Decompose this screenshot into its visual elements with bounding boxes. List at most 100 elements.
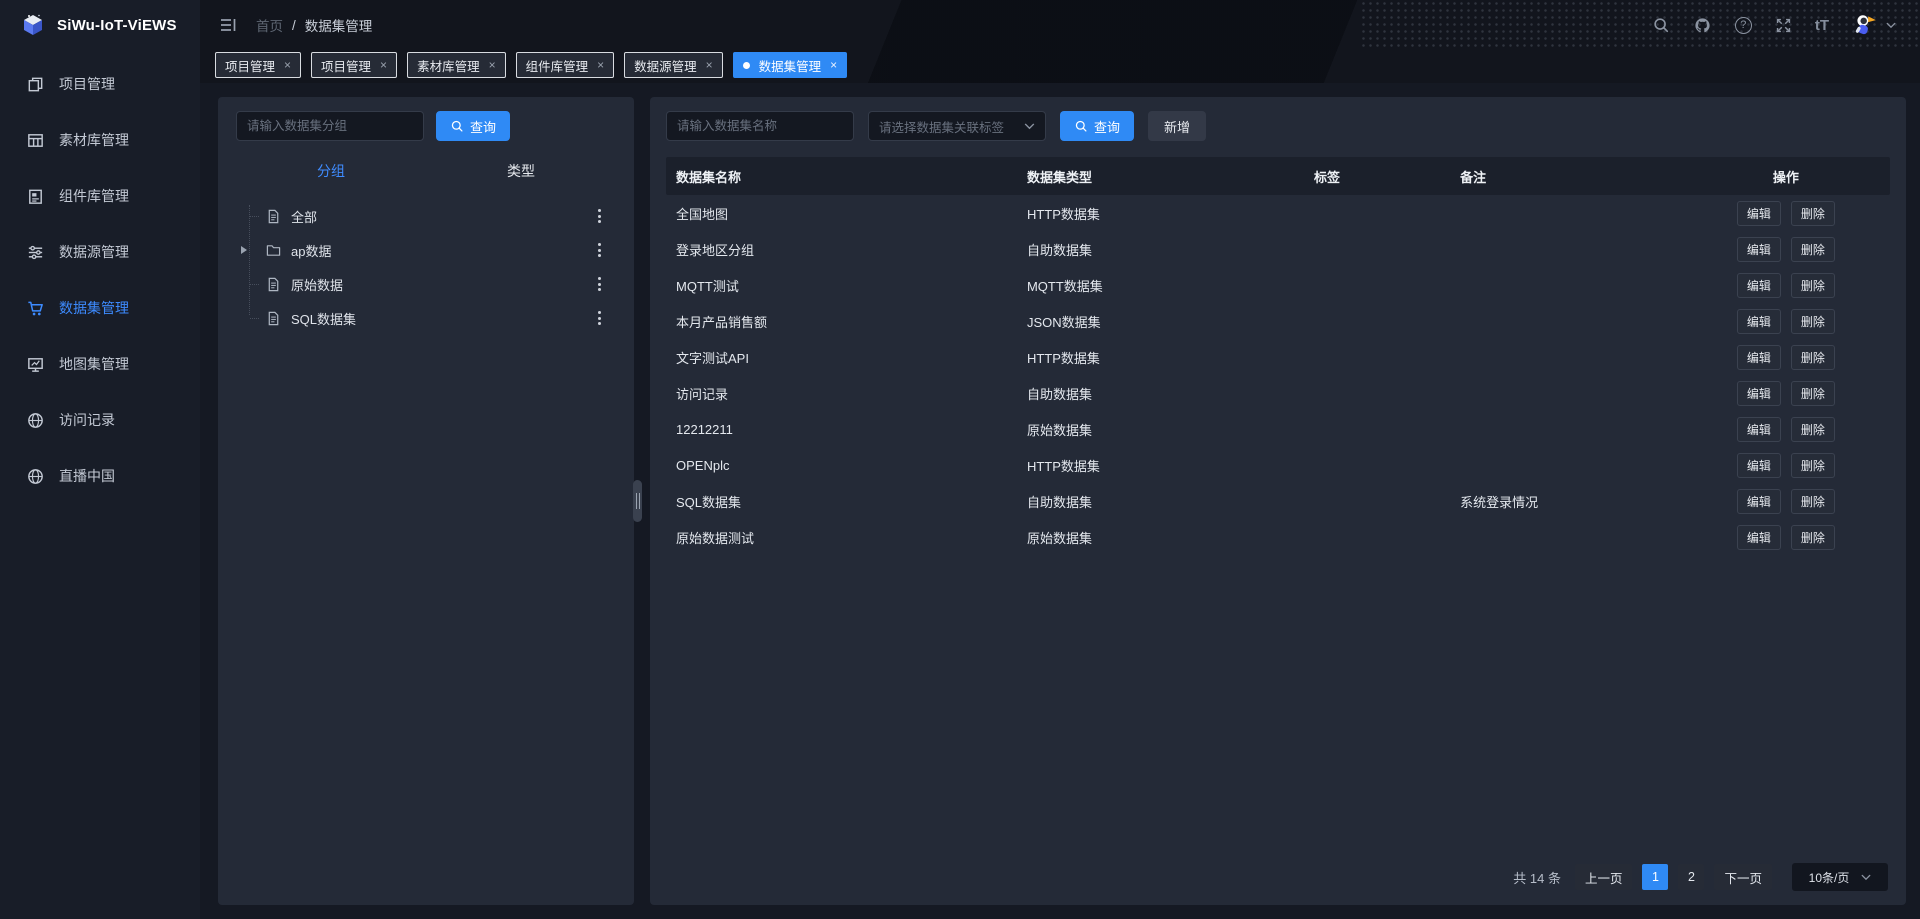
sidebar-item-datasource-management[interactable]: 数据源管理 bbox=[0, 224, 200, 280]
tree-item[interactable]: 全部 bbox=[236, 199, 616, 233]
next-page-button[interactable]: 下一页 bbox=[1714, 864, 1772, 890]
edit-button[interactable]: 编辑 bbox=[1737, 309, 1781, 334]
delete-button[interactable]: 删除 bbox=[1791, 489, 1835, 514]
close-icon[interactable]: × bbox=[830, 59, 837, 71]
group-search-input[interactable] bbox=[236, 111, 424, 141]
avatar-caret-down-icon bbox=[1886, 22, 1896, 29]
group-panel: 查询 分组 类型 全部 ap数据 原始数据 SQL数据集 bbox=[218, 97, 634, 905]
group-tree: 全部 ap数据 原始数据 SQL数据集 bbox=[236, 199, 616, 335]
tree-item[interactable]: 原始数据 bbox=[236, 267, 616, 301]
delete-button[interactable]: 删除 bbox=[1791, 417, 1835, 442]
logo-row: SiWu-IoT-ViEWS bbox=[0, 0, 200, 50]
page-tab[interactable]: 数据集管理 × bbox=[733, 52, 848, 78]
edit-button[interactable]: 编辑 bbox=[1737, 525, 1781, 550]
prev-page-button[interactable]: 上一页 bbox=[1575, 864, 1633, 890]
col-header-tag: 标签 bbox=[1266, 167, 1388, 186]
page-tab[interactable]: 组件库管理 × bbox=[516, 52, 615, 78]
font-size-icon[interactable]: tT bbox=[1815, 17, 1829, 34]
edit-button[interactable]: 编辑 bbox=[1737, 381, 1781, 406]
delete-button[interactable]: 删除 bbox=[1791, 273, 1835, 298]
icon-board bbox=[26, 355, 45, 374]
page-list: 12 bbox=[1642, 864, 1704, 890]
add-dataset-button[interactable]: 新增 bbox=[1148, 111, 1206, 141]
delete-button[interactable]: 删除 bbox=[1791, 309, 1835, 334]
more-actions-icon[interactable] bbox=[595, 240, 604, 260]
icon-component bbox=[26, 187, 45, 206]
delete-button[interactable]: 删除 bbox=[1791, 381, 1835, 406]
sidebar-item-dataset-management[interactable]: 数据集管理 bbox=[0, 280, 200, 336]
cell-dataset-name: 本月产品销售额 bbox=[666, 312, 1021, 331]
sidebar-item-live-china[interactable]: 直播中国 bbox=[0, 448, 200, 504]
tab-type[interactable]: 类型 bbox=[426, 161, 616, 181]
edit-button[interactable]: 编辑 bbox=[1737, 489, 1781, 514]
page-tab[interactable]: 数据源管理 × bbox=[624, 52, 723, 78]
tree-item-label: 全部 bbox=[291, 207, 317, 226]
user-avatar[interactable] bbox=[1852, 12, 1896, 38]
tab-group[interactable]: 分组 bbox=[236, 161, 426, 181]
delete-button[interactable]: 删除 bbox=[1791, 525, 1835, 550]
cell-dataset-type: 自助数据集 bbox=[1021, 240, 1266, 259]
sidebar-item-label: 项目管理 bbox=[59, 74, 115, 94]
github-icon[interactable] bbox=[1693, 16, 1712, 35]
delete-button[interactable]: 删除 bbox=[1791, 237, 1835, 262]
fullscreen-icon[interactable] bbox=[1775, 17, 1792, 34]
sidebar-item-atlas-management[interactable]: 地图集管理 bbox=[0, 336, 200, 392]
edit-button[interactable]: 编辑 bbox=[1737, 345, 1781, 370]
cell-dataset-name: 12212211 bbox=[666, 422, 1021, 437]
close-icon[interactable]: × bbox=[706, 59, 713, 71]
sidebar-item-project-management[interactable]: 项目管理 bbox=[0, 56, 200, 112]
delete-button[interactable]: 删除 bbox=[1791, 201, 1835, 226]
cell-actions: 编辑 删除 bbox=[1682, 273, 1890, 298]
edit-button[interactable]: 编辑 bbox=[1737, 237, 1781, 262]
more-actions-icon[interactable] bbox=[595, 308, 604, 328]
page-tab[interactable]: 项目管理 × bbox=[215, 52, 301, 78]
close-icon[interactable]: × bbox=[284, 59, 291, 71]
tree-item[interactable]: ap数据 bbox=[236, 233, 616, 267]
cell-dataset-type: 原始数据集 bbox=[1021, 528, 1266, 547]
sidebar-item-label: 组件库管理 bbox=[59, 186, 129, 206]
edit-button[interactable]: 编辑 bbox=[1737, 273, 1781, 298]
tag-select[interactable]: 请选择数据集关联标签 bbox=[868, 111, 1046, 141]
sidebar-item-component-library[interactable]: 组件库管理 bbox=[0, 168, 200, 224]
more-actions-icon[interactable] bbox=[595, 206, 604, 226]
cell-actions: 编辑 删除 bbox=[1682, 309, 1890, 334]
help-icon[interactable]: ? bbox=[1735, 17, 1752, 34]
sidebar-menu: 项目管理 素材库管理 组件库管理 数据源管理 数据集管理 地图集管理 访问记录 … bbox=[0, 50, 200, 504]
page-number-1[interactable]: 1 bbox=[1642, 864, 1668, 890]
dataset-name-input[interactable] bbox=[666, 111, 854, 141]
icon-globe bbox=[26, 467, 45, 486]
group-search-button[interactable]: 查询 bbox=[436, 111, 510, 141]
sidebar-item-material-library[interactable]: 素材库管理 bbox=[0, 112, 200, 168]
page-size-select[interactable]: 10条/页 bbox=[1792, 863, 1888, 891]
table-header-row: 数据集名称 数据集类型 标签 备注 操作 bbox=[666, 157, 1890, 195]
file-icon bbox=[266, 209, 281, 224]
edit-button[interactable]: 编辑 bbox=[1737, 417, 1781, 442]
cell-dataset-name: OPENplc bbox=[666, 458, 1021, 473]
cell-dataset-type: 原始数据集 bbox=[1021, 420, 1266, 439]
close-icon[interactable]: × bbox=[380, 59, 387, 71]
cell-actions: 编辑 删除 bbox=[1682, 345, 1890, 370]
search-icon bbox=[1074, 119, 1088, 133]
dataset-search-button[interactable]: 查询 bbox=[1060, 111, 1134, 141]
close-icon[interactable]: × bbox=[597, 59, 604, 71]
close-icon[interactable]: × bbox=[489, 59, 496, 71]
caret-right-icon[interactable] bbox=[241, 246, 247, 254]
delete-button[interactable]: 删除 bbox=[1791, 453, 1835, 478]
app-root: SiWu-IoT-ViEWS 项目管理 素材库管理 组件库管理 数据源管理 数据… bbox=[0, 0, 1920, 919]
edit-button[interactable]: 编辑 bbox=[1737, 201, 1781, 226]
cell-dataset-name: 全国地图 bbox=[666, 204, 1021, 223]
edit-button[interactable]: 编辑 bbox=[1737, 453, 1781, 478]
page-tab[interactable]: 素材库管理 × bbox=[407, 52, 506, 78]
breadcrumb-home[interactable]: 首页 bbox=[256, 15, 283, 35]
search-icon[interactable] bbox=[1652, 16, 1670, 34]
tree-item[interactable]: SQL数据集 bbox=[236, 301, 616, 335]
page-number-2[interactable]: 2 bbox=[1678, 864, 1704, 890]
delete-button[interactable]: 删除 bbox=[1791, 345, 1835, 370]
page-tab[interactable]: 项目管理 × bbox=[311, 52, 397, 78]
breadcrumb: 首页 / 数据集管理 bbox=[256, 15, 372, 35]
sidebar-item-label: 访问记录 bbox=[59, 410, 115, 430]
sidebar-item-access-records[interactable]: 访问记录 bbox=[0, 392, 200, 448]
panel-splitter-handle[interactable] bbox=[633, 480, 642, 522]
more-actions-icon[interactable] bbox=[595, 274, 604, 294]
collapse-sidebar-icon[interactable] bbox=[218, 15, 238, 35]
